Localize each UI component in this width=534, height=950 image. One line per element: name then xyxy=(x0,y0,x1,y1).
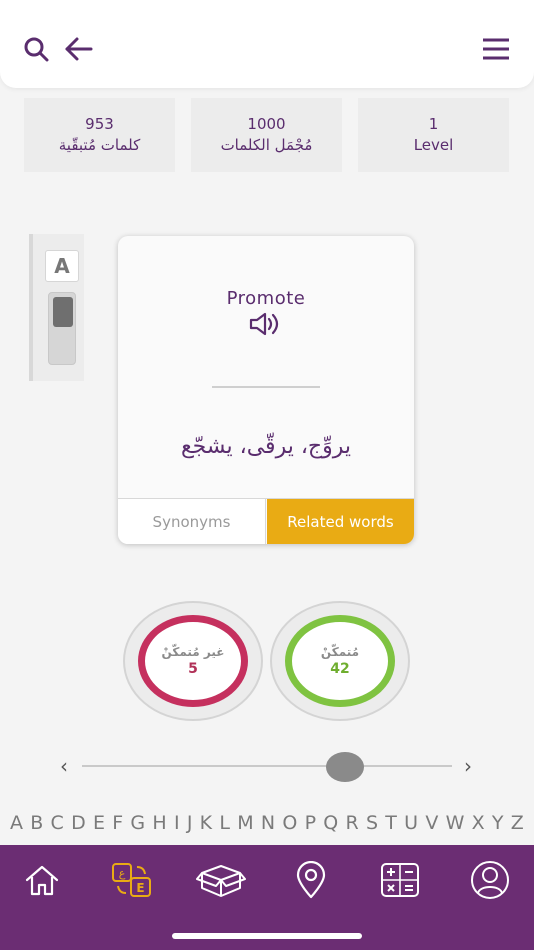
alphabet-letter[interactable]: G xyxy=(130,812,145,836)
font-size-slider[interactable] xyxy=(48,292,76,365)
top-bar xyxy=(0,0,534,88)
translate-icon[interactable]: ع E xyxy=(107,855,157,905)
alphabet-letter[interactable]: D xyxy=(71,812,86,836)
location-icon[interactable] xyxy=(286,855,336,905)
word-card: Promote يروِّج، يرقّى، يشجّع Synonyms Re… xyxy=(118,236,414,544)
search-icon[interactable] xyxy=(19,32,53,66)
stat-label: Level xyxy=(413,136,454,154)
slider-next-button[interactable]: › xyxy=(458,754,478,778)
slider-track[interactable] xyxy=(82,765,452,767)
home-icon[interactable] xyxy=(17,855,67,905)
alphabet-letter[interactable]: Z xyxy=(511,812,524,836)
stat-value: 1 xyxy=(428,115,439,133)
alphabet-letter[interactable]: L xyxy=(219,812,230,836)
alphabet-letter[interactable]: I xyxy=(174,812,180,836)
alphabet-letter[interactable]: E xyxy=(93,812,105,836)
stat-total-words: 1000 مُجْمَل الكلمات xyxy=(191,98,342,172)
speaker-icon[interactable] xyxy=(247,312,285,336)
font-size-panel: A xyxy=(29,234,84,381)
menu-icon[interactable] xyxy=(479,32,513,66)
svg-text:E: E xyxy=(136,881,144,895)
not-mastered-label: غير مُتمكّنْ xyxy=(161,645,225,659)
stat-label: كلمات مُتبقّية xyxy=(58,136,141,154)
box-icon[interactable] xyxy=(196,855,246,905)
slider-prev-button[interactable]: ‹ xyxy=(54,754,74,778)
alphabet-letter[interactable]: N xyxy=(261,812,275,836)
alphabet-letter[interactable]: R xyxy=(346,812,359,836)
alphabet-letter[interactable]: U xyxy=(404,812,418,836)
stat-remaining-words: 953 كلمات مُتبقّية xyxy=(24,98,175,172)
alphabet-letter[interactable]: O xyxy=(282,812,297,836)
alphabet-letter[interactable]: V xyxy=(425,812,438,836)
alphabet-letter[interactable]: A xyxy=(10,812,23,836)
stat-value: 953 xyxy=(85,115,114,133)
alphabet-index: ABCDEFGHIJKLMNOPQRSTUVWXYZ xyxy=(10,812,524,836)
calculator-icon[interactable] xyxy=(375,855,425,905)
mastered-ring-inner: مُتمكّنْ 42 xyxy=(285,615,395,707)
tab-synonyms[interactable]: Synonyms xyxy=(118,499,266,544)
alphabet-letter[interactable]: Q xyxy=(323,812,338,836)
stat-value: 1000 xyxy=(247,115,286,133)
not-mastered-count: 5 xyxy=(188,661,198,677)
not-mastered-ring[interactable]: غير مُتمكّنْ 5 xyxy=(123,601,263,721)
alphabet-letter[interactable]: T xyxy=(385,812,397,836)
alphabet-letter[interactable]: C xyxy=(51,812,64,836)
tab-related-words[interactable]: Related words xyxy=(267,499,414,544)
home-indicator xyxy=(172,933,362,939)
mastered-label: مُتمكّنْ xyxy=(320,645,360,659)
stat-level: 1 Level xyxy=(358,98,509,172)
svg-text:ع: ع xyxy=(119,867,126,880)
font-size-toggle[interactable]: A xyxy=(45,250,79,282)
slider-thumb[interactable] xyxy=(325,752,364,782)
alphabet-letter[interactable]: H xyxy=(152,812,166,836)
profile-icon[interactable] xyxy=(465,855,515,905)
not-mastered-ring-inner: غير مُتمكّنْ 5 xyxy=(138,615,248,707)
alphabet-letter[interactable]: J xyxy=(187,812,193,836)
mastered-count: 42 xyxy=(330,661,350,677)
card-tabs: Synonyms Related words xyxy=(118,498,414,544)
alphabet-letter[interactable]: F xyxy=(112,812,123,836)
alphabet-letter[interactable]: X xyxy=(472,812,485,836)
alphabet-letter[interactable]: B xyxy=(30,812,43,836)
alphabet-letter[interactable]: W xyxy=(446,812,465,836)
stat-label: مُجْمَل الكلمات xyxy=(220,136,313,154)
font-size-slider-knob[interactable] xyxy=(53,297,73,327)
word-slider: ‹ › xyxy=(52,752,482,782)
alphabet-letter[interactable]: P xyxy=(305,812,316,836)
mastered-ring[interactable]: مُتمكّنْ 42 xyxy=(270,601,410,721)
back-arrow-icon[interactable] xyxy=(61,32,95,66)
alphabet-letter[interactable]: M xyxy=(237,812,253,836)
word-meaning: يروِّج، يرقّى، يشجّع xyxy=(180,434,352,459)
stats-row: 953 كلمات مُتبقّية 1000 مُجْمَل الكلمات … xyxy=(24,98,509,172)
alphabet-letter[interactable]: K xyxy=(200,812,212,836)
card-divider xyxy=(212,386,320,388)
alphabet-letter[interactable]: S xyxy=(366,812,378,836)
word-title: Promote xyxy=(226,288,306,309)
alphabet-letter[interactable]: Y xyxy=(492,812,504,836)
